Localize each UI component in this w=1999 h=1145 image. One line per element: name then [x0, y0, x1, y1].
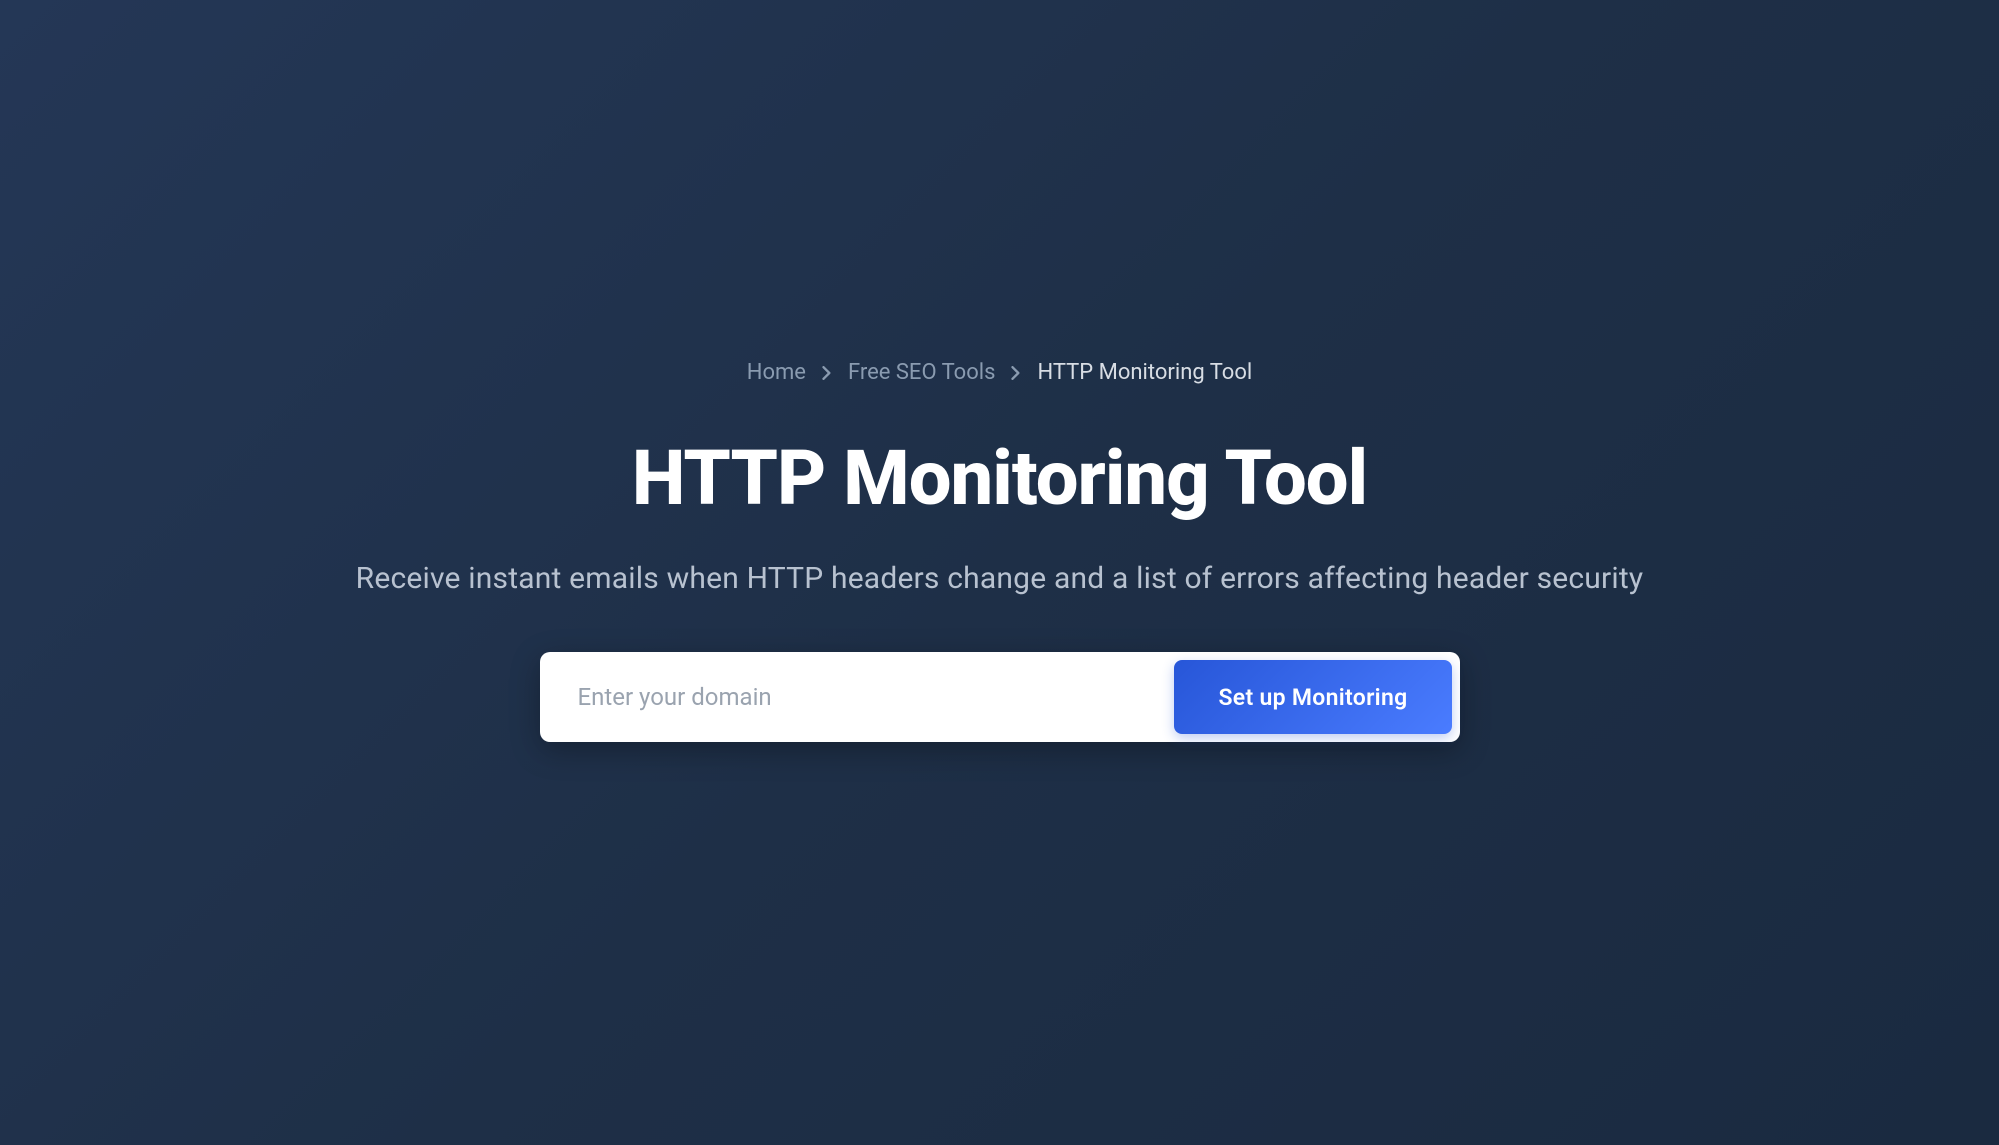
- breadcrumb-link-home[interactable]: Home: [747, 360, 806, 385]
- breadcrumb-current: HTTP Monitoring Tool: [1037, 360, 1252, 385]
- page-subtitle: Receive instant emails when HTTP headers…: [356, 561, 1644, 596]
- domain-form: Set up Monitoring: [540, 652, 1460, 742]
- domain-input[interactable]: [578, 683, 1175, 711]
- breadcrumb: Home Free SEO Tools HTTP Monitoring Tool: [747, 360, 1253, 385]
- chevron-right-icon: [822, 366, 832, 380]
- setup-monitoring-button[interactable]: Set up Monitoring: [1174, 660, 1451, 734]
- hero-section: Home Free SEO Tools HTTP Monitoring Tool…: [0, 360, 1999, 742]
- breadcrumb-link-free-seo-tools[interactable]: Free SEO Tools: [848, 360, 996, 385]
- chevron-right-icon: [1011, 366, 1021, 380]
- page-title: HTTP Monitoring Tool: [632, 433, 1367, 523]
